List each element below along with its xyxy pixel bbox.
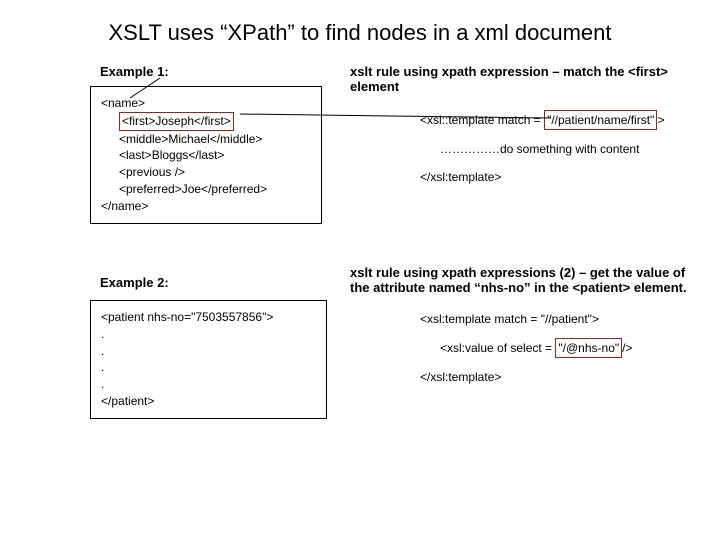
xml-line: <previous />	[119, 164, 311, 181]
example-2-box: <patient nhs-no="7503557856"> . . . . </…	[90, 300, 327, 419]
rule-2-area: <xsl:template match = "//patient"> <xsl:…	[420, 310, 700, 386]
xml-dot: .	[101, 343, 316, 360]
rule-1-label: xslt rule using xpath expression – match…	[350, 64, 720, 94]
example-1-box: <name> <first>Joseph</first> <middle>Mic…	[90, 86, 322, 224]
highlight-first-element: <first>Joseph</first>	[119, 112, 234, 131]
xslt-body: ……………do something with content	[440, 140, 700, 158]
xml-line: </patient>	[101, 393, 316, 410]
xslt-line: <xsl:template match = "//patient">	[420, 310, 700, 328]
example-1-label: Example 1:	[100, 64, 169, 79]
xml-line: <name>	[101, 95, 311, 112]
rule-1-area: <xsl::template match = "//patient/name/f…	[420, 110, 700, 186]
rule-2-label: xslt rule using xpath expressions (2) – …	[350, 265, 690, 295]
xml-line: </name>	[101, 198, 311, 215]
highlight-xpath-match: "//patient/name/first"	[544, 110, 657, 130]
xml-line: <preferred>Joe</preferred>	[119, 181, 311, 198]
example-2-label: Example 2:	[100, 275, 169, 290]
slide-title: XSLT uses “XPath” to find nodes in a xml…	[0, 20, 720, 46]
xml-line: <patient nhs-no="7503557856">	[101, 309, 316, 326]
xml-dot: .	[101, 359, 316, 376]
xslt-line: <xsl::template match = "//patient/name/f…	[420, 110, 700, 130]
xml-dot: .	[101, 376, 316, 393]
xslt-body: <xsl:value of select = "/@nhs-no"/>	[440, 338, 700, 358]
highlight-xpath-select: "/@nhs-no"	[555, 338, 622, 358]
xml-line: <middle>Michael</middle>	[119, 131, 311, 148]
xml-line: <last>Bloggs</last>	[119, 147, 311, 164]
xslt-line: </xsl:template>	[420, 368, 700, 386]
xml-dot: .	[101, 326, 316, 343]
xslt-line: </xsl:template>	[420, 168, 700, 186]
